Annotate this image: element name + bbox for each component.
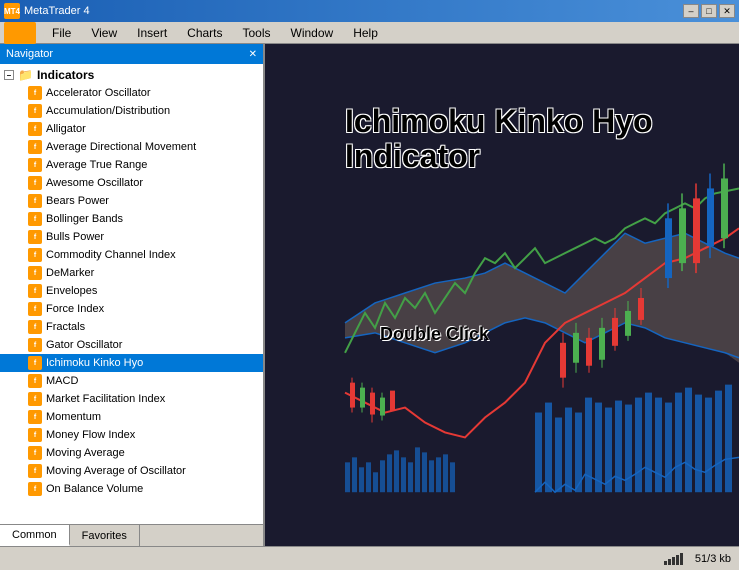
indicator-icon: f xyxy=(28,248,42,262)
indicator-icon: f xyxy=(28,302,42,316)
tab-favorites[interactable]: Favorites xyxy=(70,525,140,546)
app-icon: MT4 xyxy=(4,3,20,19)
list-item[interactable]: f Money Flow Index xyxy=(0,426,263,444)
navigator-tabs: Common Favorites xyxy=(0,524,263,546)
indicator-icon: f xyxy=(28,482,42,496)
indicator-icon: f xyxy=(28,104,42,118)
title-bar: MT4 MetaTrader 4 – □ ✕ xyxy=(0,0,739,22)
navigator-title: Navigator xyxy=(6,48,53,60)
navigator-panel: Navigator ✕ – 📁 Indicators f Accelerator… xyxy=(0,44,265,546)
minimize-button[interactable]: – xyxy=(683,4,699,18)
list-item[interactable]: f Envelopes xyxy=(0,282,263,300)
indicator-icon: f xyxy=(28,86,42,100)
list-item[interactable]: f Moving Average xyxy=(0,444,263,462)
list-item[interactable]: f On Balance Volume xyxy=(0,480,263,498)
list-item[interactable]: f Bulls Power xyxy=(0,228,263,246)
indicator-icon: f xyxy=(28,284,42,298)
root-label: Indicators xyxy=(37,68,94,82)
chart-double-click-label: Double Click xyxy=(380,324,489,345)
tree-root-indicators[interactable]: – 📁 Indicators xyxy=(0,66,263,84)
indicator-icon: f xyxy=(28,428,42,442)
indicator-icon: f xyxy=(28,122,42,136)
indicator-icon: f xyxy=(28,212,42,226)
list-item[interactable]: f Commodity Channel Index xyxy=(0,246,263,264)
indicator-icon: f xyxy=(28,194,42,208)
list-item[interactable]: f Bollinger Bands xyxy=(0,210,263,228)
app-menu-icon xyxy=(4,22,36,44)
indicator-icon: f xyxy=(28,338,42,352)
tab-common[interactable]: Common xyxy=(0,525,70,546)
list-item[interactable]: f Force Index xyxy=(0,300,263,318)
status-bar: 51/3 kb xyxy=(0,546,739,570)
list-item[interactable]: f Accumulation/Distribution xyxy=(0,102,263,120)
menu-file[interactable]: File xyxy=(44,24,79,42)
indicator-icon: f xyxy=(28,266,42,280)
list-item[interactable]: f Alligator xyxy=(0,120,263,138)
list-item[interactable]: f DeMarker xyxy=(0,264,263,282)
signal-bar-5 xyxy=(680,553,683,565)
list-item[interactable]: f Average Directional Movement xyxy=(0,138,263,156)
window-title: MT4 MetaTrader 4 xyxy=(4,3,90,19)
chart-annotation: Ichimoku Kinko Hyo Indicator xyxy=(345,104,653,174)
indicator-icon: f xyxy=(28,410,42,424)
indicator-icon: f xyxy=(28,140,42,154)
navigator-body: – 📁 Indicators f Accelerator Oscillator … xyxy=(0,64,263,546)
indicator-icon: f xyxy=(28,320,42,334)
indicator-icon: f xyxy=(28,374,42,388)
menu-window[interactable]: Window xyxy=(283,24,342,42)
navigator-header: Navigator ✕ xyxy=(0,44,263,64)
indicator-icon: f xyxy=(28,230,42,244)
window-controls: – □ ✕ xyxy=(683,4,735,18)
list-item-ichimoku[interactable]: f Ichimoku Kinko Hyo xyxy=(0,354,263,372)
indicator-icon: f xyxy=(28,158,42,172)
list-item[interactable]: f Accelerator Oscillator xyxy=(0,84,263,102)
collapse-icon[interactable]: – xyxy=(4,70,14,80)
list-item[interactable]: f Momentum xyxy=(0,408,263,426)
signal-bar-4 xyxy=(676,555,679,565)
status-info: 51/3 kb xyxy=(695,553,731,565)
signal-bar-1 xyxy=(664,561,667,565)
menu-insert[interactable]: Insert xyxy=(129,24,175,42)
chart-area[interactable]: Ichimoku Kinko Hyo Indicator Double Clic… xyxy=(265,44,739,546)
menu-view[interactable]: View xyxy=(83,24,125,42)
maximize-button[interactable]: □ xyxy=(701,4,717,18)
signal-bar-3 xyxy=(672,557,675,565)
indicator-icon: f xyxy=(28,356,42,370)
menu-charts[interactable]: Charts xyxy=(179,24,230,42)
list-item[interactable]: f Awesome Oscillator xyxy=(0,174,263,192)
folder-icon: 📁 xyxy=(18,68,33,82)
menu-tools[interactable]: Tools xyxy=(235,24,279,42)
navigator-close-button[interactable]: ✕ xyxy=(249,49,257,60)
menu-bar: File View Insert Charts Tools Window Hel… xyxy=(0,22,739,44)
list-item[interactable]: f Fractals xyxy=(0,318,263,336)
close-button[interactable]: ✕ xyxy=(719,4,735,18)
indicator-icon: f xyxy=(28,392,42,406)
indicator-icon: f xyxy=(28,176,42,190)
list-item[interactable]: f Average True Range xyxy=(0,156,263,174)
list-item[interactable]: f Moving Average of Oscillator xyxy=(0,462,263,480)
main-layout: Navigator ✕ – 📁 Indicators f Accelerator… xyxy=(0,44,739,546)
indicator-tree: – 📁 Indicators f Accelerator Oscillator … xyxy=(0,64,263,524)
signal-bars-icon xyxy=(664,553,683,565)
list-item[interactable]: f Market Facilitation Index xyxy=(0,390,263,408)
list-item[interactable]: f Bears Power xyxy=(0,192,263,210)
list-item[interactable]: f Gator Oscillator xyxy=(0,336,263,354)
menu-help[interactable]: Help xyxy=(345,24,386,42)
list-item[interactable]: f MACD xyxy=(0,372,263,390)
indicator-icon: f xyxy=(28,464,42,478)
indicator-icon: f xyxy=(28,446,42,460)
signal-bar-2 xyxy=(668,559,671,565)
